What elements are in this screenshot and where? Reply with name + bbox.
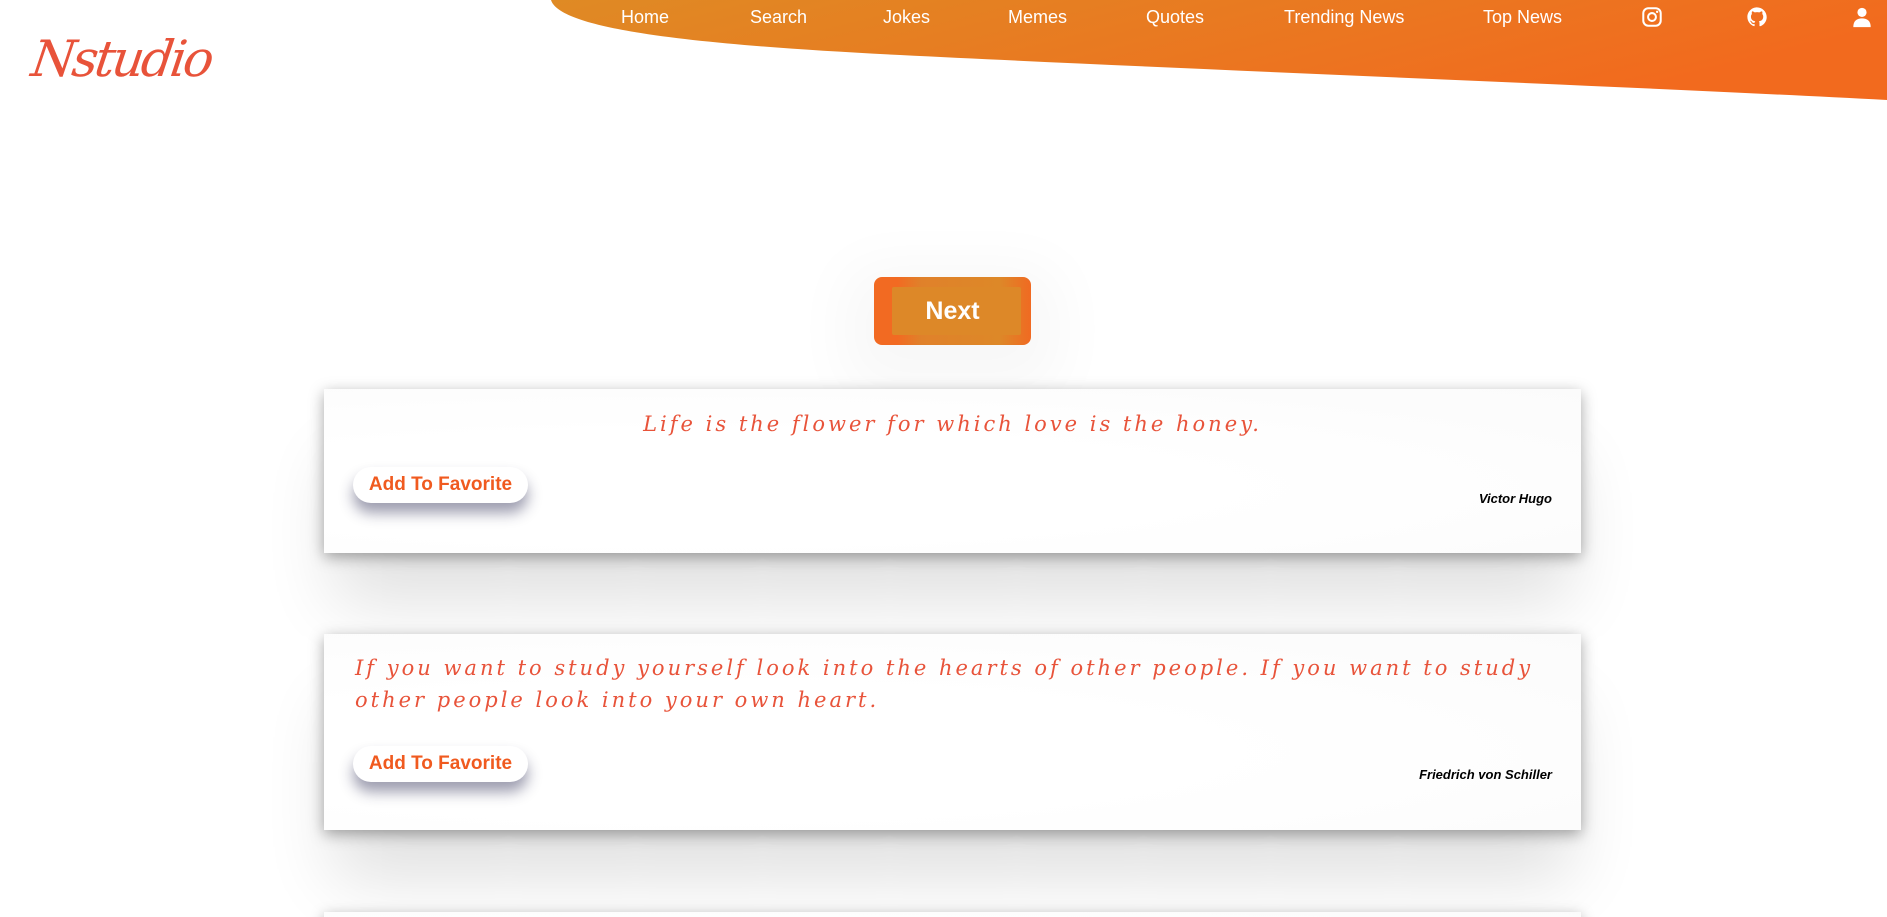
- quote-card: If you want to study yourself look into …: [324, 634, 1581, 830]
- brand-logo[interactable]: Nstudio: [28, 30, 215, 88]
- add-to-favorite-button[interactable]: Add To Favorite: [353, 467, 528, 503]
- quote-text: If you want to study yourself look into …: [355, 656, 1534, 712]
- quote-author: Friedrich von Schiller: [1419, 767, 1552, 782]
- next-button[interactable]: Next: [874, 277, 1031, 345]
- header-wave-background: [551, 0, 1887, 100]
- add-to-favorite-button[interactable]: Add To Favorite: [353, 746, 528, 782]
- nav-link-top-news[interactable]: Top News: [1483, 7, 1562, 28]
- nav-link-home[interactable]: Home: [621, 7, 669, 28]
- nav-link-memes[interactable]: Memes: [1008, 7, 1067, 28]
- next-button-label: Next: [925, 296, 980, 325]
- github-icon[interactable]: [1746, 6, 1768, 28]
- user-icon[interactable]: [1851, 6, 1873, 28]
- instagram-icon[interactable]: [1641, 6, 1663, 28]
- nav-link-search[interactable]: Search: [750, 7, 807, 28]
- quote-author: Victor Hugo: [1478, 491, 1552, 506]
- quote-card: [324, 912, 1581, 917]
- quote-text: Life is the flower for which love is the…: [643, 412, 1262, 436]
- quote-card: Life is the flower for which love is the…: [324, 389, 1581, 553]
- page: Nstudio Home Search Jokes Memes Quotes T…: [0, 0, 1887, 917]
- nav-link-jokes[interactable]: Jokes: [883, 7, 930, 28]
- nav-link-quotes[interactable]: Quotes: [1146, 7, 1204, 28]
- nav-link-trending-news[interactable]: Trending News: [1284, 7, 1404, 28]
